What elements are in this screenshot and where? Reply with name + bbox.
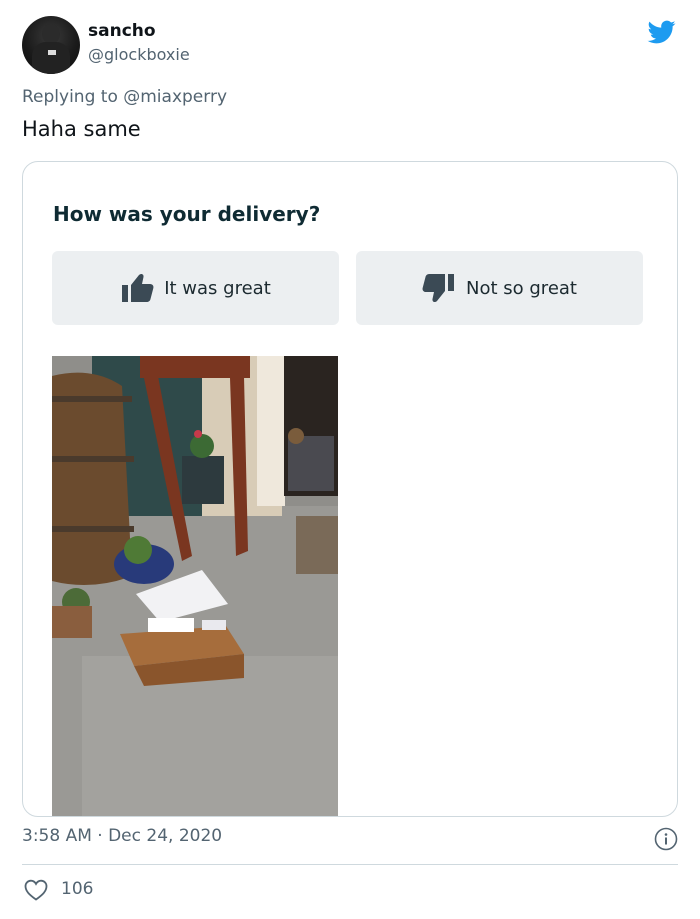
tweet: sancho @glockboxie Replying to @miaxperr… (0, 0, 700, 919)
heart-icon[interactable] (24, 879, 48, 901)
author-handle[interactable]: @glockboxie (88, 45, 190, 64)
delivery-photo[interactable] (52, 356, 338, 816)
thumbs-up-icon (122, 273, 154, 302)
twitter-bird-icon[interactable] (646, 18, 678, 46)
divider (22, 864, 678, 865)
it-was-great-label: It was great (164, 277, 271, 299)
tweet-timestamp[interactable]: 3:58 AM · Dec 24, 2020 (22, 826, 222, 846)
avatar[interactable] (22, 16, 80, 74)
it-was-great-button[interactable]: It was great (52, 251, 339, 325)
reply-context: Replying to @miaxperry (22, 87, 227, 107)
not-so-great-label: Not so great (466, 277, 577, 299)
not-so-great-button[interactable]: Not so great (356, 251, 643, 325)
thumbs-down-icon (422, 274, 455, 303)
reply-prefix: Replying to (22, 87, 118, 107)
tweet-text: Haha same (22, 117, 141, 141)
reply-mention-link[interactable]: @miaxperry (123, 87, 227, 107)
like-count: 106 (61, 879, 94, 899)
delivery-question: How was your delivery? (53, 202, 321, 226)
info-icon[interactable] (654, 827, 678, 851)
media-card[interactable]: How was your delivery? It was great Not … (22, 161, 678, 817)
author-name[interactable]: sancho (88, 21, 156, 41)
